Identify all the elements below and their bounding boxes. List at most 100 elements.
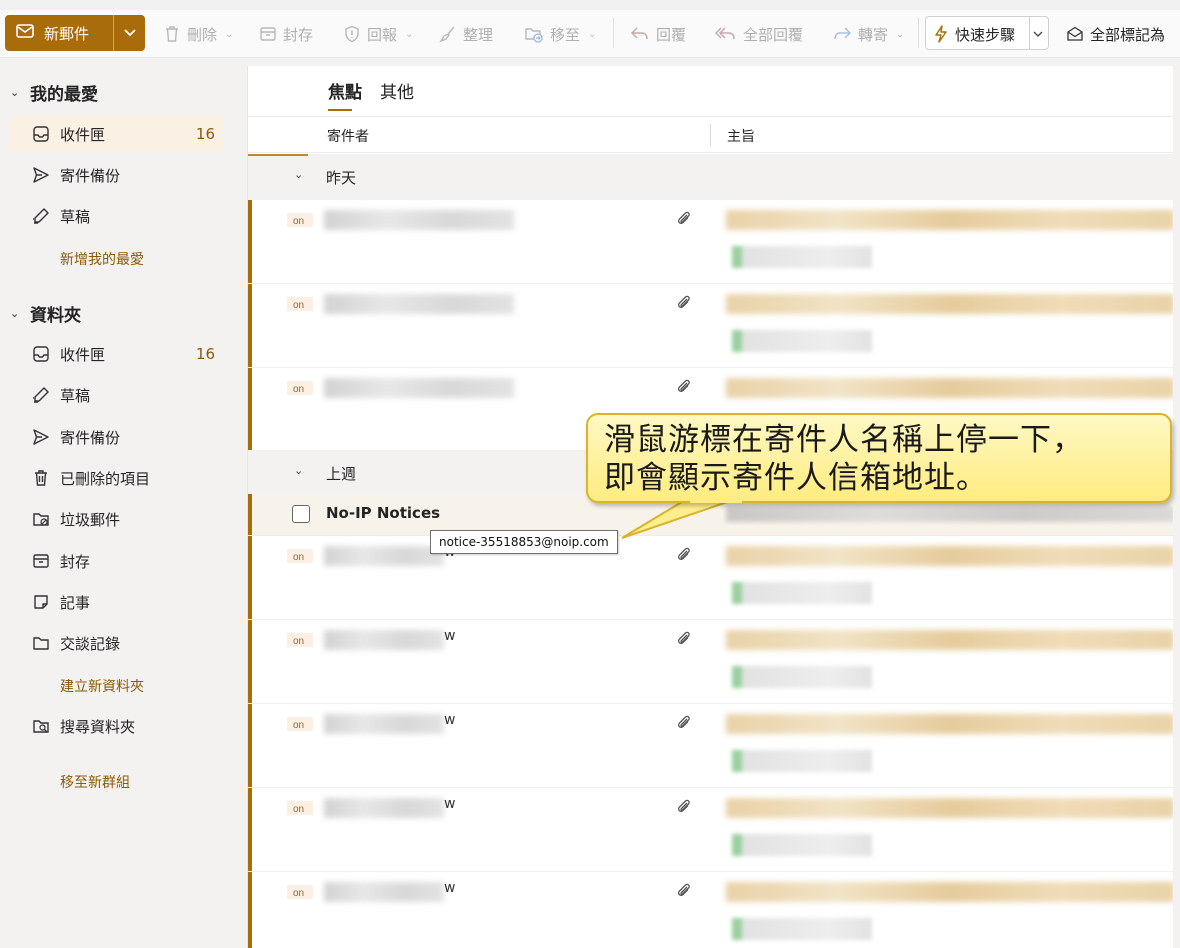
folder-archive[interactable]: 封存	[9, 543, 224, 579]
attachment-preview-blurred[interactable]	[732, 834, 872, 856]
sender-name-blurred[interactable]	[324, 714, 444, 734]
column-divider[interactable]	[710, 124, 711, 146]
shield-alert-icon	[345, 25, 359, 43]
attachment-preview-blurred[interactable]	[732, 750, 872, 772]
chevron-down-icon	[1033, 31, 1043, 37]
note-icon	[31, 592, 51, 612]
folder-move-icon	[525, 28, 543, 43]
favorites-header[interactable]: ⌄ 我的最愛	[10, 80, 98, 105]
unread-indicator	[248, 494, 252, 535]
folder-drafts[interactable]: 草稿	[9, 377, 224, 413]
sender-name-blurred[interactable]	[324, 546, 444, 566]
message-list-pane: 焦點 其他 寄件者 主旨 ⌄ 昨天 on on on ⌄ 上週 No-IP No…	[247, 66, 1174, 948]
lightning-icon	[935, 25, 947, 43]
sender-name-blurred[interactable]	[324, 630, 444, 650]
trash-icon	[166, 26, 178, 42]
message-row[interactable]: onw	[248, 788, 1174, 872]
folder-conversation-history[interactable]: 交談記錄	[9, 625, 224, 661]
message-row[interactable]: onw	[248, 620, 1174, 704]
reply-all-button[interactable]: 全部回覆	[715, 22, 803, 46]
delete-button[interactable]: 刪除 ⌄	[163, 22, 233, 46]
message-row[interactable]: onw	[248, 536, 1174, 620]
sender-name-blurred[interactable]	[324, 882, 444, 902]
sender-name-blurred[interactable]	[324, 378, 514, 398]
move-to-button[interactable]: 移至 ⌄	[524, 22, 596, 46]
sweep-button[interactable]: 整理	[439, 22, 493, 46]
folder-junk[interactable]: 垃圾郵件	[9, 501, 224, 537]
group-header-yesterday[interactable]: ⌄ 昨天	[248, 154, 1174, 200]
add-favorite-link[interactable]: 新增我的最愛	[60, 249, 144, 269]
folders-header[interactable]: ⌄ 資料夾	[10, 301, 81, 326]
callout-line-1: 滑鼠游標在寄件人名稱上停一下，	[604, 422, 1084, 458]
folder-conversation-history-label: 交談記錄	[60, 634, 121, 653]
column-subject[interactable]: 主旨	[727, 126, 755, 146]
svg-text:on: on	[293, 300, 304, 311]
archive-button[interactable]: 封存	[259, 22, 313, 46]
sender-logo: on	[285, 881, 315, 905]
toolbar-divider	[613, 18, 614, 48]
message-row[interactable]: onw	[248, 704, 1174, 788]
attachment-icon	[678, 799, 690, 812]
quick-steps-button[interactable]: 快速步驟	[933, 22, 1015, 46]
sender-name[interactable]: No-IP Notices	[326, 504, 440, 522]
sender-name-blurred[interactable]	[324, 210, 514, 230]
attachment-preview-blurred[interactable]	[732, 918, 872, 940]
attachment-preview-blurred[interactable]	[732, 246, 872, 268]
sender-name-blurred[interactable]	[324, 798, 444, 818]
instruction-callout: 滑鼠游標在寄件人名稱上停一下， 即會顯示寄件人信箱地址。	[586, 413, 1172, 503]
subject-blurred	[726, 798, 1174, 818]
attachment-preview-blurred[interactable]	[732, 582, 872, 604]
tab-focused[interactable]: 焦點	[328, 78, 362, 111]
broom-icon	[439, 26, 455, 43]
folder-inbox[interactable]: 收件匣 16	[9, 336, 224, 372]
favorite-sent-label: 寄件備份	[60, 166, 121, 185]
sender-name-suffix: w	[444, 628, 456, 644]
unread-count: 16	[195, 125, 215, 143]
folder-sent-label: 寄件備份	[60, 428, 121, 447]
new-mail-button[interactable]: 新郵件	[5, 15, 113, 51]
column-header: 寄件者 主旨	[248, 116, 1174, 153]
quick-steps-dropdown[interactable]	[1033, 22, 1043, 46]
sender-logo: on	[285, 293, 315, 317]
attachment-icon	[678, 631, 690, 644]
junk-icon	[31, 509, 51, 529]
folder-sent[interactable]: 寄件備份	[9, 419, 224, 455]
favorites-title: 我的最愛	[30, 85, 98, 105]
group-label: 上週	[326, 465, 357, 483]
sender-logo: on	[285, 209, 315, 233]
unread-indicator	[248, 536, 252, 619]
message-row[interactable]: onw	[248, 872, 1174, 948]
column-sender[interactable]: 寄件者	[327, 126, 369, 146]
report-button[interactable]: 回報 ⌄	[343, 22, 413, 46]
message-row[interactable]: on	[248, 284, 1174, 368]
drafts-icon	[31, 385, 51, 405]
tab-other[interactable]: 其他	[380, 78, 414, 111]
reply-all-label: 全部回覆	[743, 25, 804, 44]
sender-name-suffix: w	[444, 712, 456, 728]
create-folder-link[interactable]: 建立新資料夾	[60, 676, 144, 696]
archive-icon	[260, 27, 276, 41]
select-checkbox[interactable]	[292, 505, 310, 523]
folder-search-folders[interactable]: 搜尋資料夾	[9, 708, 224, 744]
sender-name-blurred[interactable]	[324, 294, 514, 314]
report-label: 回報	[367, 25, 398, 44]
folder-junk-label: 垃圾郵件	[60, 510, 121, 529]
toolbar-divider	[918, 18, 919, 48]
attachment-preview-blurred[interactable]	[732, 330, 872, 352]
svg-text:on: on	[293, 888, 304, 899]
new-group-link[interactable]: 移至新群組	[60, 772, 130, 792]
reply-button[interactable]: 回覆	[630, 22, 686, 46]
attachment-preview-blurred[interactable]	[732, 666, 872, 688]
subject-blurred	[726, 294, 1174, 314]
mark-all-read-button[interactable]: 全部標記為	[1066, 22, 1165, 46]
folder-notes[interactable]: 記事	[9, 584, 224, 620]
message-row[interactable]: on	[248, 200, 1174, 284]
favorite-sent[interactable]: 寄件備份	[9, 157, 224, 193]
favorite-drafts[interactable]: 草稿	[9, 198, 224, 234]
folder-deleted[interactable]: 已刪除的項目	[9, 460, 224, 496]
forward-label: 轉寄	[858, 25, 889, 44]
new-mail-dropdown-button[interactable]	[113, 15, 145, 51]
favorite-inbox[interactable]: 收件匣 16	[9, 116, 224, 152]
subject-blurred	[726, 714, 1174, 734]
forward-button[interactable]: 轉寄 ⌄	[832, 22, 904, 46]
